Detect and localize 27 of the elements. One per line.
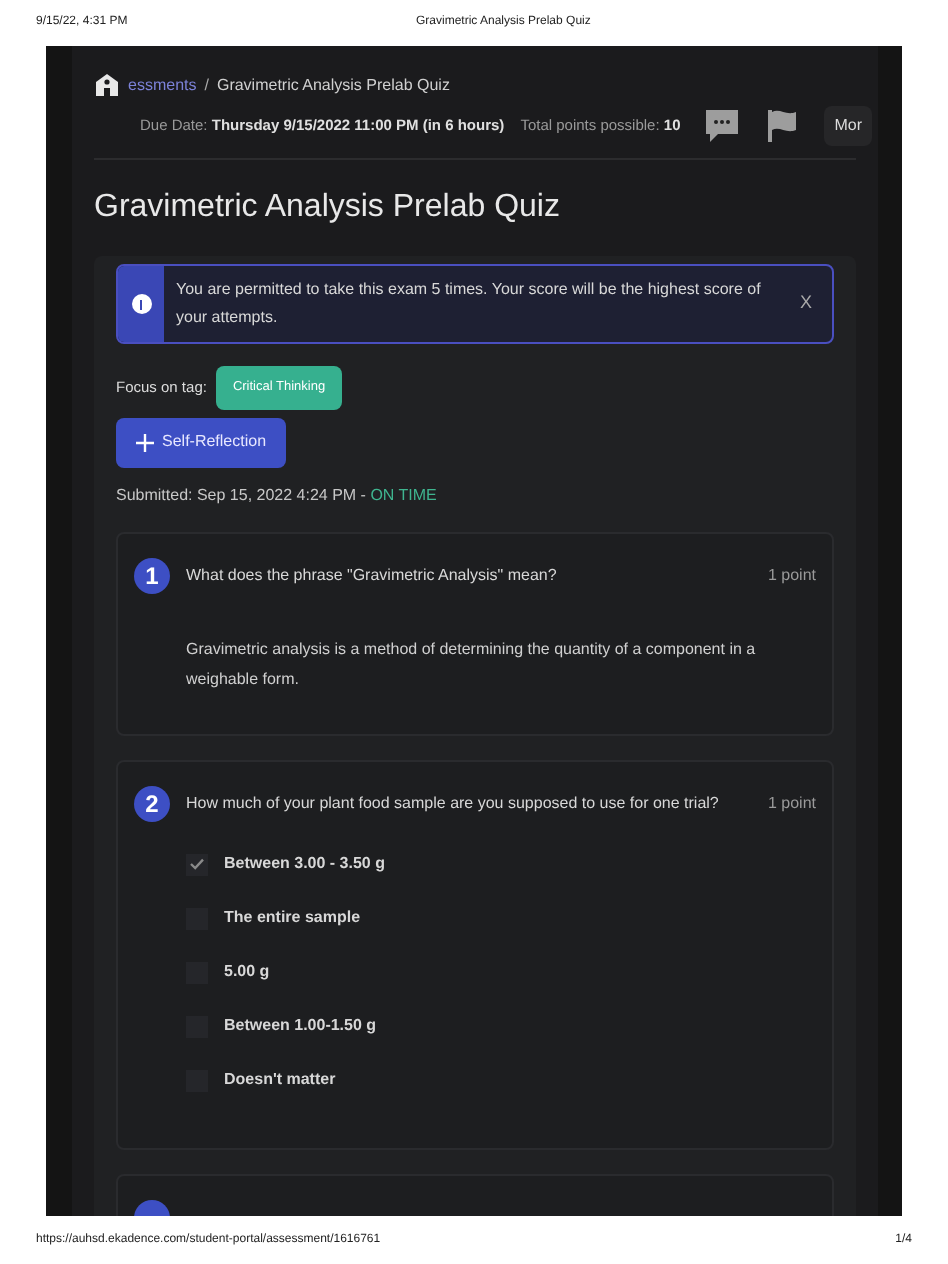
answer-text: Gravimetric analysis is a method of determining the quantity of a component in a weighable form. [186,637,758,692]
info-icon [131,294,151,314]
plus-icon [136,433,154,452]
checkbox[interactable] [186,853,208,876]
option-label[interactable]: Doesn't matter [224,1068,336,1093]
more-button[interactable]: Mor [824,106,873,146]
breadcrumb-separator: / [204,73,209,97]
close-button[interactable]: X [779,266,832,342]
question-number: 2 [134,785,170,822]
option-label[interactable]: 5.00 g [224,960,270,985]
submitted-status: Submitted: Sep 15, 2022 4:24 PM - ON TIME [116,483,439,508]
check-icon [190,858,204,871]
option-label[interactable]: The entire sample [224,906,361,931]
page-title: Gravimetric Analysis Prelab Quiz [94,188,562,228]
alert-message: You are permitted to take this exam 5 times. Your score will be the highest score of your attempts. [174,278,763,330]
question-prompt: How much of your plant food sample are you supposed to use for one trial? [186,791,721,816]
breadcrumb-current: Gravimetric Analysis Prelab Quiz [216,73,450,97]
points-label: 1 point [767,563,816,588]
points-label: 1 point [767,791,816,816]
option-label[interactable]: Between 1.00-1.50 g [224,1014,377,1039]
flag-icon[interactable] [764,108,801,144]
option-label[interactable]: Between 3.00 - 3.50 g [224,852,385,877]
comment-icon[interactable] [704,108,741,144]
self-reflection-button[interactable]: Self-Reflection [116,417,287,468]
breadcrumb-link[interactable]: essments [108,73,197,97]
question-prompt: What does the phrase "Gravimetric Analysis" mean? [186,563,559,588]
question-number: 1 [134,557,170,594]
